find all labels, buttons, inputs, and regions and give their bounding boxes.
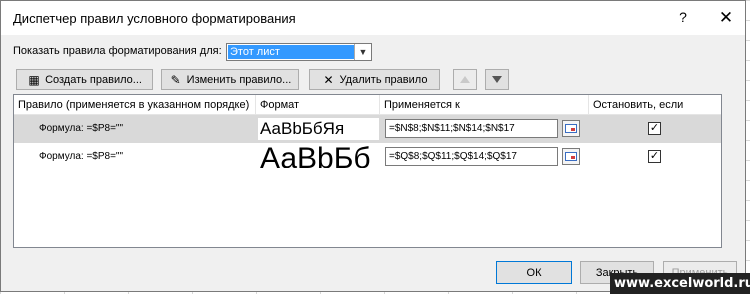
rule-row[interactable]: Формула: =$P8="" АаВbБбЯя =$N$8;$N$11;$N… <box>14 115 721 143</box>
range-select-button[interactable] <box>562 120 580 137</box>
delete-rule-button[interactable]: ✕ Удалить правило <box>309 69 440 90</box>
create-rule-label: Создать правило... <box>45 73 142 86</box>
range-picker-icon <box>565 124 577 133</box>
move-down-button[interactable] <box>485 69 509 90</box>
applies-to-input[interactable]: =$N$8;$N$11;$N$14;$N$17 <box>385 119 558 138</box>
range-select-button[interactable] <box>562 148 580 165</box>
column-header-format: Формат <box>256 95 380 115</box>
close-icon[interactable]: ✕ <box>715 8 737 28</box>
rule-description: Формула: =$P8="" <box>39 123 124 134</box>
range-picker-icon <box>565 152 577 161</box>
help-button[interactable]: ? <box>673 9 693 27</box>
edit-rule-icon: ✎ <box>170 72 181 87</box>
applies-to-input[interactable]: =$Q$8;$Q$11;$Q$14;$Q$17 <box>385 147 558 166</box>
delete-rule-label: Удалить правило <box>339 73 428 86</box>
chevron-down-icon[interactable]: ▼ <box>354 44 371 60</box>
ok-button[interactable]: ОК <box>496 261 572 284</box>
new-rule-icon: ▦ <box>28 72 40 87</box>
rule-row[interactable]: Формула: =$P8="" АаВbБб =$Q$8;$Q$11;$Q$1… <box>14 143 721 171</box>
delete-x-icon: ✕ <box>323 72 334 87</box>
conditional-formatting-dialog: Диспетчер правил условного форматировани… <box>0 0 746 292</box>
arrow-down-icon <box>492 76 502 83</box>
column-header-stop: Остановить, если истина <box>589 95 721 131</box>
arrow-up-icon <box>460 76 470 83</box>
edit-rule-button[interactable]: ✎ Изменить правило... <box>161 69 299 90</box>
dialog-title: Диспетчер правил условного форматировани… <box>13 11 296 26</box>
create-rule-button[interactable]: ▦ Создать правило... <box>16 69 153 90</box>
show-rules-selected-value: Этот лист <box>228 45 355 59</box>
edit-rule-label: Изменить правило... <box>186 73 292 86</box>
rule-description: Формула: =$P8="" <box>39 151 124 162</box>
title-bar: Диспетчер правил условного форматировани… <box>1 1 745 35</box>
site-watermark: www.excelworld.ru <box>610 273 750 294</box>
stop-if-true-checkbox[interactable]: ✓ <box>648 150 661 163</box>
column-header-applies: Применяется к <box>380 95 589 115</box>
format-preview: АаВbБбЯя <box>258 118 379 140</box>
show-rules-label: Показать правила форматирования для: <box>13 45 222 57</box>
rules-grid: Правило (применяется в указанном порядке… <box>13 94 722 248</box>
show-rules-select[interactable]: Этот лист ▼ <box>226 43 372 61</box>
column-header-rule: Правило (применяется в указанном порядке… <box>14 95 256 115</box>
stop-if-true-checkbox[interactable]: ✓ <box>648 122 661 135</box>
move-up-button[interactable] <box>453 69 477 90</box>
format-preview: АаВbБб <box>258 146 379 168</box>
